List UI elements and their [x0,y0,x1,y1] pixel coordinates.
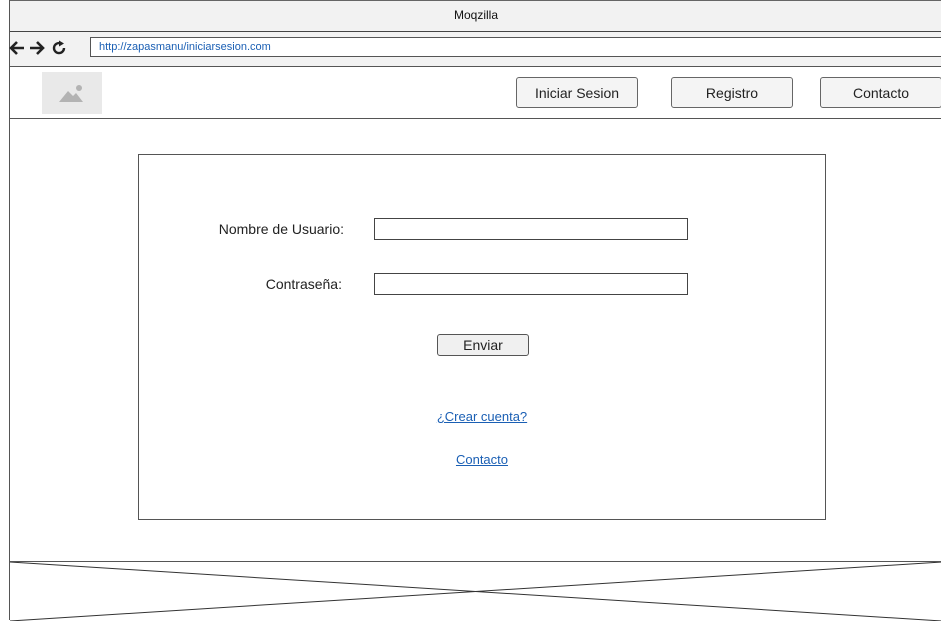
browser-window: Moqzilla http://zapasmanu/iniciarsesion.… [9,0,941,622]
logo-placeholder [42,72,102,114]
forward-arrow-icon[interactable] [29,40,45,56]
title-bar: Moqzilla [10,0,941,32]
window-title: Moqzilla [453,8,498,22]
footer-placeholder [9,561,941,622]
address-bar[interactable]: http://zapasmanu/iniciarsesion.com [90,37,941,57]
nav-contact-button[interactable]: Contacto [820,77,941,108]
reload-icon[interactable] [51,40,67,56]
username-label: Nombre de Usuario: [218,221,344,237]
contact-link[interactable]: Contacto [139,452,825,467]
nav-login-button[interactable]: Iniciar Sesion [516,77,638,108]
password-input[interactable] [374,273,688,295]
username-input[interactable] [374,218,688,240]
password-label: Contraseña: [265,276,342,292]
submit-button[interactable]: Enviar [437,334,529,356]
image-placeholder-icon [59,85,83,102]
login-panel: Nombre de Usuario: Contraseña: Enviar ¿C… [138,154,826,520]
back-arrow-icon[interactable] [9,40,25,56]
create-account-link[interactable]: ¿Crear cuenta? [139,409,825,424]
footer-cross-lines [9,561,941,622]
nav-register-button[interactable]: Registro [671,77,793,108]
site-header: Iniciar Sesion Registro Contacto [10,67,941,119]
browser-toolbar: http://zapasmanu/iniciarsesion.com [9,32,941,67]
